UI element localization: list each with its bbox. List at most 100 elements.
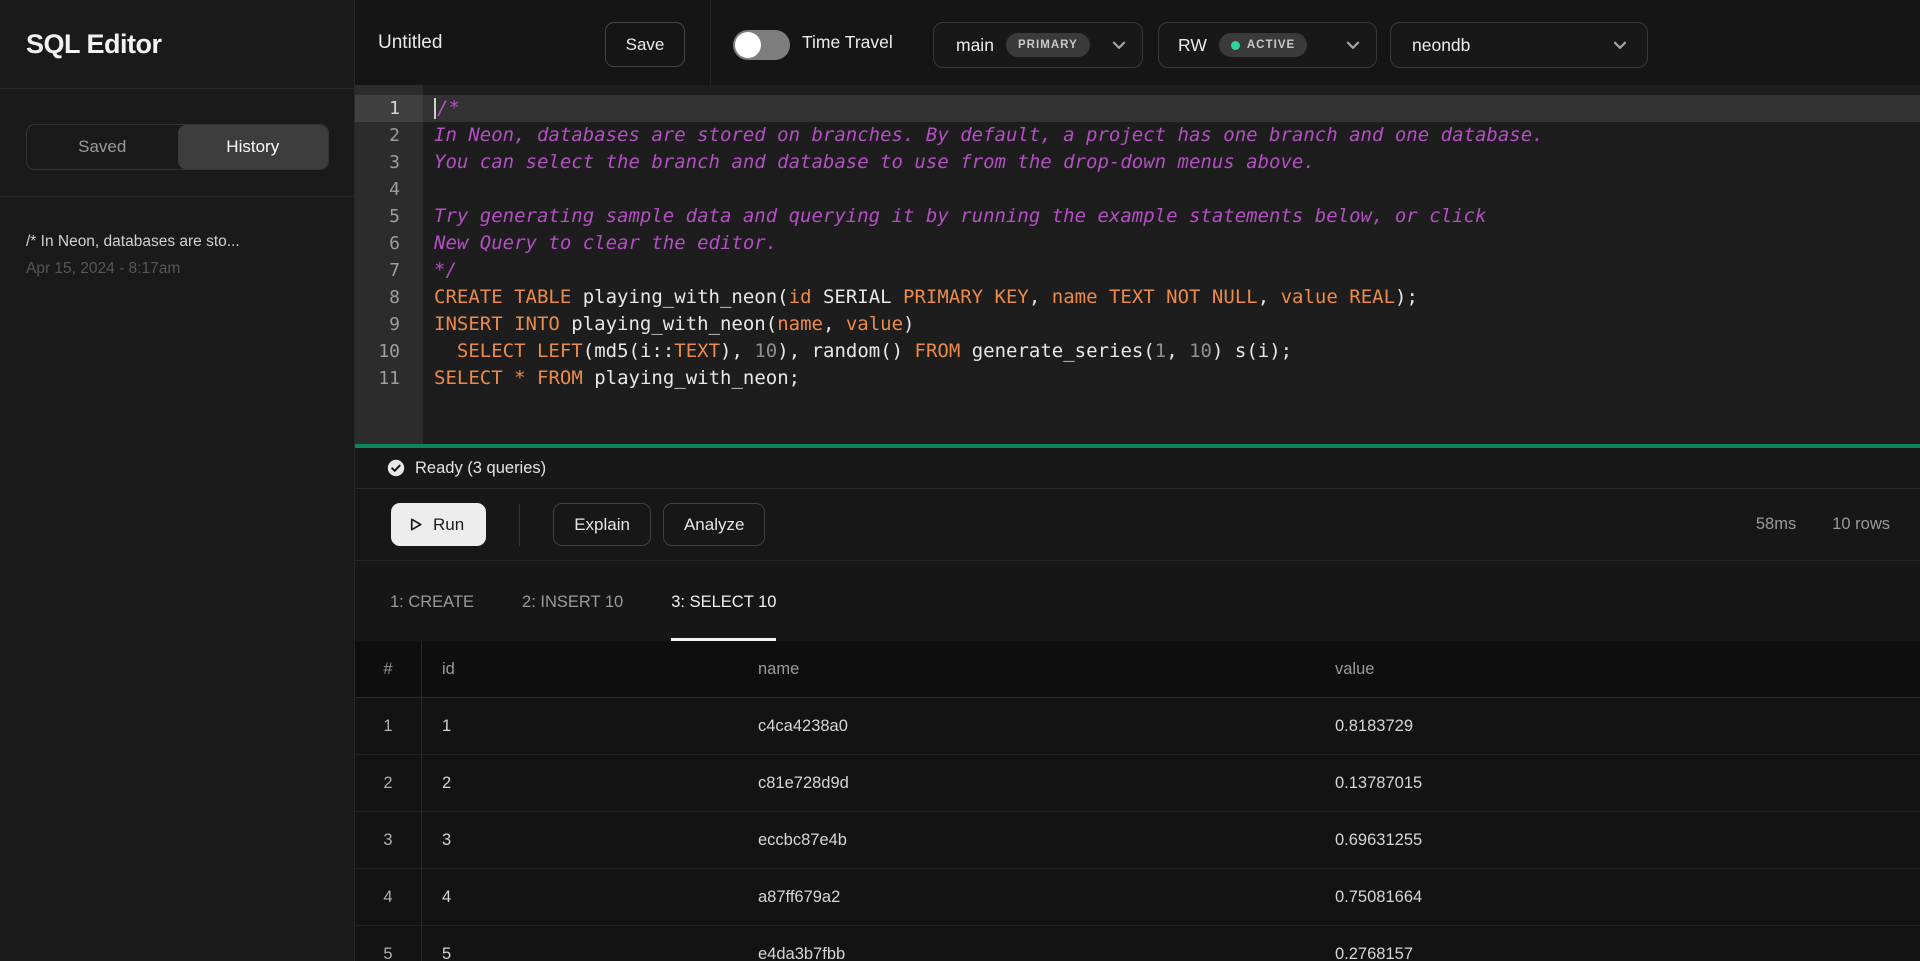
line-number: 1 bbox=[355, 95, 423, 122]
compute-selector[interactable]: RW ACTIVE bbox=[1158, 22, 1377, 68]
result-tab-1-create[interactable]: 1: CREATE bbox=[390, 561, 474, 641]
table-cell: 4 bbox=[355, 869, 422, 925]
table-cell: 3 bbox=[355, 812, 422, 868]
result-tabs: 1: CREATE 2: INSERT 10 3: SELECT 10 bbox=[355, 561, 1920, 641]
ready-check-icon bbox=[387, 459, 405, 477]
line-code: /* bbox=[423, 95, 460, 122]
sidebar: SQL Editor SavedHistory /* In Neon, data… bbox=[0, 0, 355, 961]
save-button[interactable]: Save bbox=[605, 22, 685, 67]
run-button[interactable]: Run bbox=[391, 503, 486, 546]
line-code: You can select the branch and database t… bbox=[423, 149, 1315, 176]
line-number: 2 bbox=[355, 122, 423, 149]
results-table: #idnamevalue11c4ca4238a00.818372922c81e7… bbox=[355, 641, 1920, 961]
editor-line[interactable]: 10 SELECT LEFT(md5(i::TEXT), 10), random… bbox=[355, 338, 1920, 365]
sidebar-tab-saved[interactable]: Saved bbox=[27, 125, 178, 169]
table-cell: 4 bbox=[422, 888, 738, 907]
editor-line[interactable]: 7*/ bbox=[355, 257, 1920, 284]
active-status-dot bbox=[1231, 41, 1240, 50]
branch-primary-badge: PRIMARY bbox=[1006, 33, 1090, 57]
editor-line[interactable]: 9INSERT INTO playing_with_neon(name, val… bbox=[355, 311, 1920, 338]
chevron-down-icon bbox=[1344, 36, 1362, 54]
run-button-label: Run bbox=[433, 515, 464, 535]
table-cell: e4da3b7fbb bbox=[738, 945, 1315, 961]
line-number: 6 bbox=[355, 230, 423, 257]
history-item-title: /* In Neon, databases are sto... bbox=[26, 233, 328, 251]
column-header-value: value bbox=[1315, 660, 1920, 679]
editor-line[interactable]: 6New Query to clear the editor. bbox=[355, 230, 1920, 257]
status-text: Ready (3 queries) bbox=[415, 459, 546, 478]
line-number: 11 bbox=[355, 365, 423, 392]
table-cell: c4ca4238a0 bbox=[738, 717, 1315, 736]
editor-line[interactable]: 4 bbox=[355, 176, 1920, 203]
line-code: Try generating sample data and querying … bbox=[423, 203, 1486, 230]
table-cell: 3 bbox=[422, 831, 738, 850]
actions-bar: Run Explain Analyze 58ms 10 rows bbox=[355, 489, 1920, 561]
line-code bbox=[423, 176, 434, 203]
table-cell: 2 bbox=[422, 774, 738, 793]
history-list-item[interactable]: /* In Neon, databases are sto... Apr 15,… bbox=[0, 197, 354, 278]
table-cell: a87ff679a2 bbox=[738, 888, 1315, 907]
sidebar-header: SQL Editor bbox=[0, 0, 354, 89]
column-header-num: # bbox=[355, 641, 422, 697]
table-cell: 0.13787015 bbox=[1315, 774, 1920, 793]
compute-active-badge: ACTIVE bbox=[1219, 33, 1307, 57]
line-number: 4 bbox=[355, 176, 423, 203]
query-title: Untitled bbox=[378, 0, 442, 85]
branch-name: main bbox=[956, 35, 994, 56]
table-header-row: #idnamevalue bbox=[355, 641, 1920, 698]
table-cell: c81e728d9d bbox=[738, 774, 1315, 793]
editor-lines: 1/*2In Neon, databases are stored on bra… bbox=[355, 95, 1920, 392]
play-icon bbox=[407, 516, 424, 533]
actions-divider bbox=[519, 504, 520, 546]
line-number: 10 bbox=[355, 338, 423, 365]
editor-line[interactable]: 2In Neon, databases are stored on branch… bbox=[355, 122, 1920, 149]
line-number: 3 bbox=[355, 149, 423, 176]
branch-selector[interactable]: main PRIMARY bbox=[933, 22, 1143, 68]
column-header-id: id bbox=[422, 660, 738, 679]
sql-editor-app: SQL Editor SavedHistory /* In Neon, data… bbox=[0, 0, 1920, 961]
table-row[interactable]: 11c4ca4238a00.8183729 bbox=[355, 698, 1920, 755]
analyze-button[interactable]: Analyze bbox=[663, 503, 765, 546]
status-bar: Ready (3 queries) bbox=[355, 448, 1920, 489]
compute-name: RW bbox=[1178, 35, 1207, 56]
line-code: CREATE TABLE playing_with_neon(id SERIAL… bbox=[423, 284, 1418, 311]
time-travel-label: Time Travel bbox=[802, 0, 893, 85]
query-meta: 58ms 10 rows bbox=[1756, 515, 1890, 534]
result-tab-2-insert-10[interactable]: 2: INSERT 10 bbox=[522, 561, 623, 641]
toolbar-divider bbox=[710, 0, 711, 85]
editor-line[interactable]: 11SELECT * FROM playing_with_neon; bbox=[355, 365, 1920, 392]
chevron-down-icon bbox=[1110, 36, 1128, 54]
main-panel: Untitled Save Time Travel main PRIMARY R… bbox=[355, 0, 1920, 961]
table-cell: eccbc87e4b bbox=[738, 831, 1315, 850]
line-code: SELECT * FROM playing_with_neon; bbox=[423, 365, 800, 392]
line-code: INSERT INTO playing_with_neon(name, valu… bbox=[423, 311, 915, 338]
line-number: 7 bbox=[355, 257, 423, 284]
table-row[interactable]: 33eccbc87e4b0.69631255 bbox=[355, 812, 1920, 869]
table-cell: 0.8183729 bbox=[1315, 717, 1920, 736]
table-cell: 2 bbox=[355, 755, 422, 811]
database-name: neondb bbox=[1412, 35, 1470, 56]
code-editor[interactable]: 1/*2In Neon, databases are stored on bra… bbox=[355, 85, 1920, 444]
sidebar-tabs-wrap: SavedHistory bbox=[0, 89, 354, 197]
editor-line[interactable]: 8CREATE TABLE playing_with_neon(id SERIA… bbox=[355, 284, 1920, 311]
table-row[interactable]: 55e4da3b7fbb0.2768157 bbox=[355, 926, 1920, 961]
database-selector[interactable]: neondb bbox=[1390, 22, 1648, 68]
editor-line[interactable]: 5Try generating sample data and querying… bbox=[355, 203, 1920, 230]
history-item-timestamp: Apr 15, 2024 - 8:17am bbox=[26, 260, 328, 278]
text-cursor bbox=[434, 98, 436, 119]
sidebar-tab-history[interactable]: History bbox=[178, 125, 329, 169]
time-travel-toggle[interactable] bbox=[733, 30, 790, 60]
editor-line[interactable]: 3You can select the branch and database … bbox=[355, 149, 1920, 176]
line-code: */ bbox=[423, 257, 457, 284]
chevron-down-icon bbox=[1611, 36, 1629, 54]
editor-line[interactable]: 1/* bbox=[355, 95, 1920, 122]
table-row[interactable]: 22c81e728d9d0.13787015 bbox=[355, 755, 1920, 812]
table-cell: 0.69631255 bbox=[1315, 831, 1920, 850]
toggle-knob bbox=[735, 32, 761, 58]
query-duration: 58ms bbox=[1756, 515, 1796, 534]
result-tab-3-select-10[interactable]: 3: SELECT 10 bbox=[671, 561, 776, 641]
table-cell: 0.75081664 bbox=[1315, 888, 1920, 907]
explain-button[interactable]: Explain bbox=[553, 503, 651, 546]
line-number: 9 bbox=[355, 311, 423, 338]
table-row[interactable]: 44a87ff679a20.75081664 bbox=[355, 869, 1920, 926]
